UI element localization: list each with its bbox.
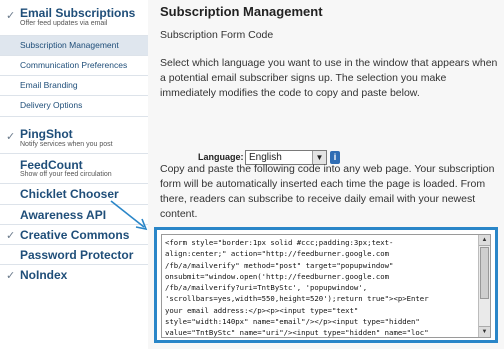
code-content[interactable]: <form style="border:1px solid #ccc;paddi… <box>165 237 475 337</box>
page-title: Subscription Management <box>160 4 323 19</box>
scroll-down-icon[interactable]: ▼ <box>479 326 490 337</box>
section-title: Subscription Form Code <box>160 29 274 41</box>
nav-title-feedcount[interactable]: FeedCount <box>20 158 83 172</box>
scroll-up-icon[interactable]: ▲ <box>479 235 490 246</box>
nav-title-awareness-api[interactable]: Awareness API <box>20 208 106 222</box>
scroll-thumb[interactable] <box>480 247 489 299</box>
check-icon: ✓ <box>6 131 16 143</box>
check-icon: ✓ <box>6 270 16 282</box>
nav-subtitle-pingshot: Notify services when you post <box>20 141 113 148</box>
language-label: Language: <box>198 152 244 162</box>
subnav-delivery-options[interactable]: Delivery Options <box>0 95 148 115</box>
nav-noindex[interactable]: ✓ NoIndex <box>0 265 148 285</box>
nav-title-noindex[interactable]: NoIndex <box>20 268 67 282</box>
nav-subtitle-email-subscriptions: Offer feed updates via email <box>20 20 108 27</box>
nav-title-email-subscriptions[interactable]: Email Subscriptions <box>20 6 135 20</box>
code-scrollbar[interactable]: ▲ ▼ <box>478 235 490 337</box>
check-icon: ✓ <box>6 230 16 242</box>
subnav-communication-preferences[interactable]: Communication Preferences <box>0 55 148 75</box>
nav-title-chicklet-chooser[interactable]: Chicklet Chooser <box>20 187 119 201</box>
check-icon: ✓ <box>6 10 16 22</box>
intro-text: Select which language you want to use in… <box>160 57 498 99</box>
pointer-arrow-icon <box>110 200 148 231</box>
subnav-subscription-management[interactable]: Subscription Management <box>0 35 148 55</box>
code-highlight-frame: <form style="border:1px solid #ccc;paddi… <box>154 227 498 343</box>
nav-pingshot[interactable]: ✓ PingShot Notify services when you post <box>0 116 148 154</box>
subnav-email-branding[interactable]: Email Branding <box>0 75 148 95</box>
code-textarea[interactable]: <form style="border:1px solid #ccc;paddi… <box>161 234 491 338</box>
instructions-text: Copy and paste the following code into a… <box>160 163 495 220</box>
sidebar: ✓ Email Subscriptions Offer feed updates… <box>0 0 148 349</box>
main-content: Subscription Management Subscription For… <box>148 0 504 349</box>
nav-password-protector[interactable]: Password Protector <box>0 245 148 265</box>
nav-email-subscriptions[interactable]: ✓ Email Subscriptions Offer feed updates… <box>0 0 148 36</box>
nav-feedcount[interactable]: FeedCount Show off your feed circulation <box>0 154 148 184</box>
nav-title-pingshot[interactable]: PingShot <box>20 127 73 141</box>
nav-title-password-protector[interactable]: Password Protector <box>20 248 133 262</box>
nav-subtitle-feedcount: Show off your feed circulation <box>20 171 112 178</box>
